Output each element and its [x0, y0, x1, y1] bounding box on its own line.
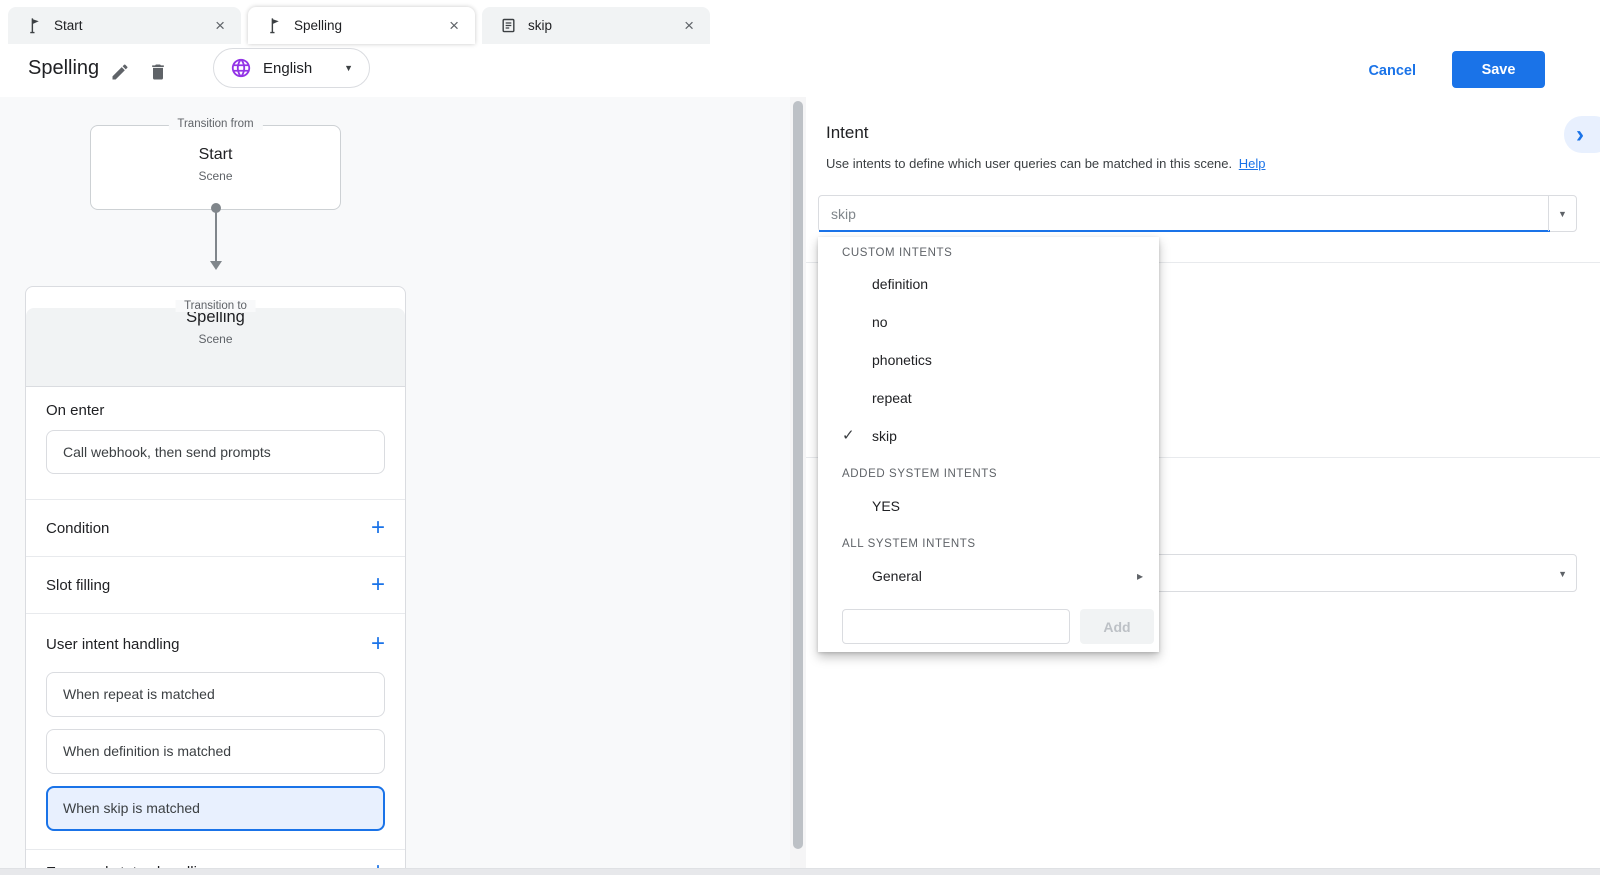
app-bar: Spelling English ▼ Cancel Save — [0, 44, 1600, 97]
focus-underline — [819, 230, 1550, 232]
slot-filling-section: Slot filling + — [26, 556, 405, 613]
on-enter-section: On enter Call webhook, then send prompts — [26, 387, 405, 499]
language-label: English — [263, 60, 344, 77]
scene-canvas: Transition from Start Scene Transition t… — [0, 97, 790, 868]
close-icon[interactable]: × — [213, 17, 227, 34]
dropdown-item-repeat[interactable]: repeat — [818, 379, 1159, 417]
tab-start[interactable]: Start × — [8, 7, 241, 44]
new-intent-input[interactable] — [842, 609, 1070, 644]
dropdown-item-general[interactable]: General ▸ — [818, 557, 1159, 595]
collapse-panel-button[interactable]: › — [1564, 116, 1600, 153]
description-text: Use intents to define which user queries… — [826, 156, 1232, 171]
submenu-arrow-icon: ▸ — [1137, 557, 1143, 595]
delete-scene-button[interactable] — [148, 62, 170, 84]
tab-label: skip — [528, 18, 682, 33]
add-slot-button[interactable]: + — [371, 575, 385, 595]
group-header-all-system-intents: ALL SYSTEM INTENTS — [818, 525, 1159, 557]
chevron-down-icon: ▼ — [344, 63, 353, 73]
condition-label: Condition — [46, 520, 109, 537]
intent-dropdown: CUSTOM INTENTS definition no phonetics r… — [818, 237, 1159, 652]
transition-to-badge: Transition to — [175, 300, 256, 312]
scene-flag-icon — [26, 17, 43, 34]
tab-label: Start — [54, 18, 213, 33]
connector-arrowhead — [210, 261, 222, 270]
node-subtitle: Scene — [26, 332, 405, 346]
panel-description: Use intents to define which user queries… — [826, 156, 1266, 171]
language-selector[interactable]: English ▼ — [213, 48, 370, 88]
trash-icon — [148, 62, 168, 82]
globe-icon — [230, 57, 252, 79]
intent-handler-card-selected[interactable]: When skip is matched — [46, 786, 385, 831]
user-intent-handling-label: User intent handling — [46, 636, 179, 653]
scrollbar-thumb[interactable] — [793, 101, 803, 849]
add-intent-handler-button[interactable]: + — [371, 634, 385, 654]
dropdown-item-no[interactable]: no — [818, 303, 1159, 341]
dropdown-item-phonetics[interactable]: phonetics — [818, 341, 1159, 379]
tab-spelling[interactable]: Spelling × — [248, 7, 475, 44]
intent-input[interactable] — [819, 196, 1547, 231]
tab-bar: Start × Spelling × skip × — [0, 0, 1600, 44]
scene-node-header[interactable]: Transition to Spelling Scene — [26, 308, 405, 387]
tab-label: Spelling — [294, 18, 447, 33]
chevron-right-icon: › — [1576, 121, 1584, 149]
cancel-button[interactable]: Cancel — [1360, 54, 1424, 88]
add-condition-button[interactable]: + — [371, 518, 385, 538]
tab-skip[interactable]: skip × — [482, 7, 710, 44]
add-intent-button[interactable]: Add — [1080, 609, 1154, 644]
chevron-down-icon: ▼ — [1558, 569, 1567, 579]
scene-flag-icon — [266, 17, 283, 34]
edit-scene-button[interactable] — [110, 62, 132, 84]
slot-filling-label: Slot filling — [46, 577, 110, 594]
start-scene-node[interactable]: Transition from Start Scene — [90, 125, 341, 210]
condition-section: Condition + — [26, 499, 405, 556]
intent-handler-card[interactable]: When definition is matched — [46, 729, 385, 774]
intent-handler-card[interactable]: When repeat is matched — [46, 672, 385, 717]
node-subtitle: Scene — [91, 169, 340, 183]
intent-search-field: ▼ — [818, 195, 1577, 232]
user-intent-handling-section: User intent handling + When repeat is ma… — [26, 613, 405, 849]
panel-title: Intent — [826, 123, 869, 143]
close-icon[interactable]: × — [682, 17, 696, 34]
intent-dropdown-toggle[interactable]: ▼ — [1548, 196, 1576, 231]
close-icon[interactable]: × — [447, 17, 461, 34]
node-title: Start — [91, 146, 340, 164]
add-intent-row: Add — [842, 609, 1159, 644]
intent-editor-panel: Intent Use intents to define which user … — [806, 97, 1600, 868]
dropdown-item-yes[interactable]: YES — [818, 487, 1159, 525]
actions-builder-window: Start × Spelling × skip × Spelling — [0, 0, 1600, 875]
error-status-section: Error and status handling + — [26, 849, 405, 868]
group-header-added-system-intents: ADDED SYSTEM INTENTS — [818, 455, 1159, 487]
check-icon: ✓ — [842, 417, 855, 455]
on-enter-label: On enter — [46, 402, 385, 419]
dropdown-item-definition[interactable]: definition — [818, 265, 1159, 303]
save-button[interactable]: Save — [1452, 51, 1545, 88]
connector-line — [215, 209, 217, 262]
pencil-icon — [110, 62, 130, 82]
intent-document-icon — [500, 17, 517, 34]
chevron-down-icon: ▼ — [1558, 209, 1567, 219]
page-title: Spelling — [28, 57, 99, 80]
dropdown-item-skip-selected[interactable]: ✓ skip — [818, 417, 1159, 455]
help-link[interactable]: Help — [1239, 156, 1266, 171]
group-header-custom-intents: CUSTOM INTENTS — [818, 237, 1159, 265]
vertical-scrollbar[interactable] — [790, 97, 806, 868]
transition-from-badge: Transition from — [168, 118, 262, 130]
bottom-scroll-band — [0, 868, 1600, 875]
spelling-scene-node: Transition to Spelling Scene On enter Ca… — [25, 286, 406, 868]
on-enter-card[interactable]: Call webhook, then send prompts — [46, 430, 385, 474]
